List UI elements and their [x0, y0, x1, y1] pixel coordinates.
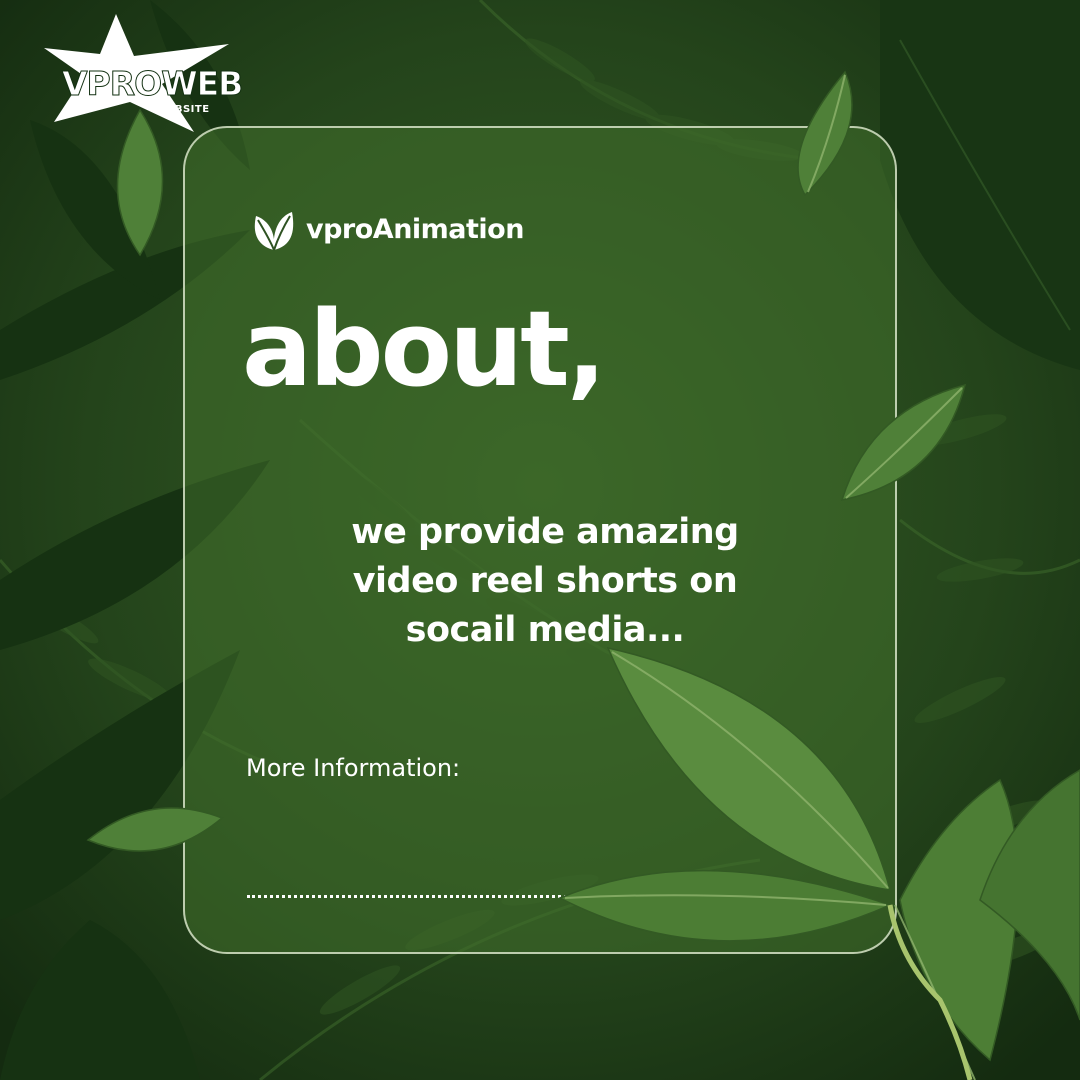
dotted-divider — [247, 895, 807, 898]
brand-row: vproAnimation — [250, 206, 524, 252]
headline: about, — [242, 288, 606, 410]
more-information-label: More Information: — [246, 754, 461, 782]
tagline-line: video reel shorts on — [352, 561, 738, 601]
tagline-line: socail media... — [405, 610, 685, 650]
logo-subtext: WEBSITE — [156, 104, 210, 115]
tagline: we provide amazing video reel shorts on … — [300, 508, 790, 655]
tagline-line: we provide amazing — [351, 512, 739, 552]
vproweb-logo: VPROWEB WEBSITE — [44, 14, 244, 134]
brand-name: vproAnimation — [306, 213, 524, 245]
logo-text: VPROWEB — [61, 64, 243, 104]
leaf-icon — [254, 212, 294, 251]
poster: VPROWEB WEBSITE vproAnimation about, we … — [0, 0, 1080, 1080]
